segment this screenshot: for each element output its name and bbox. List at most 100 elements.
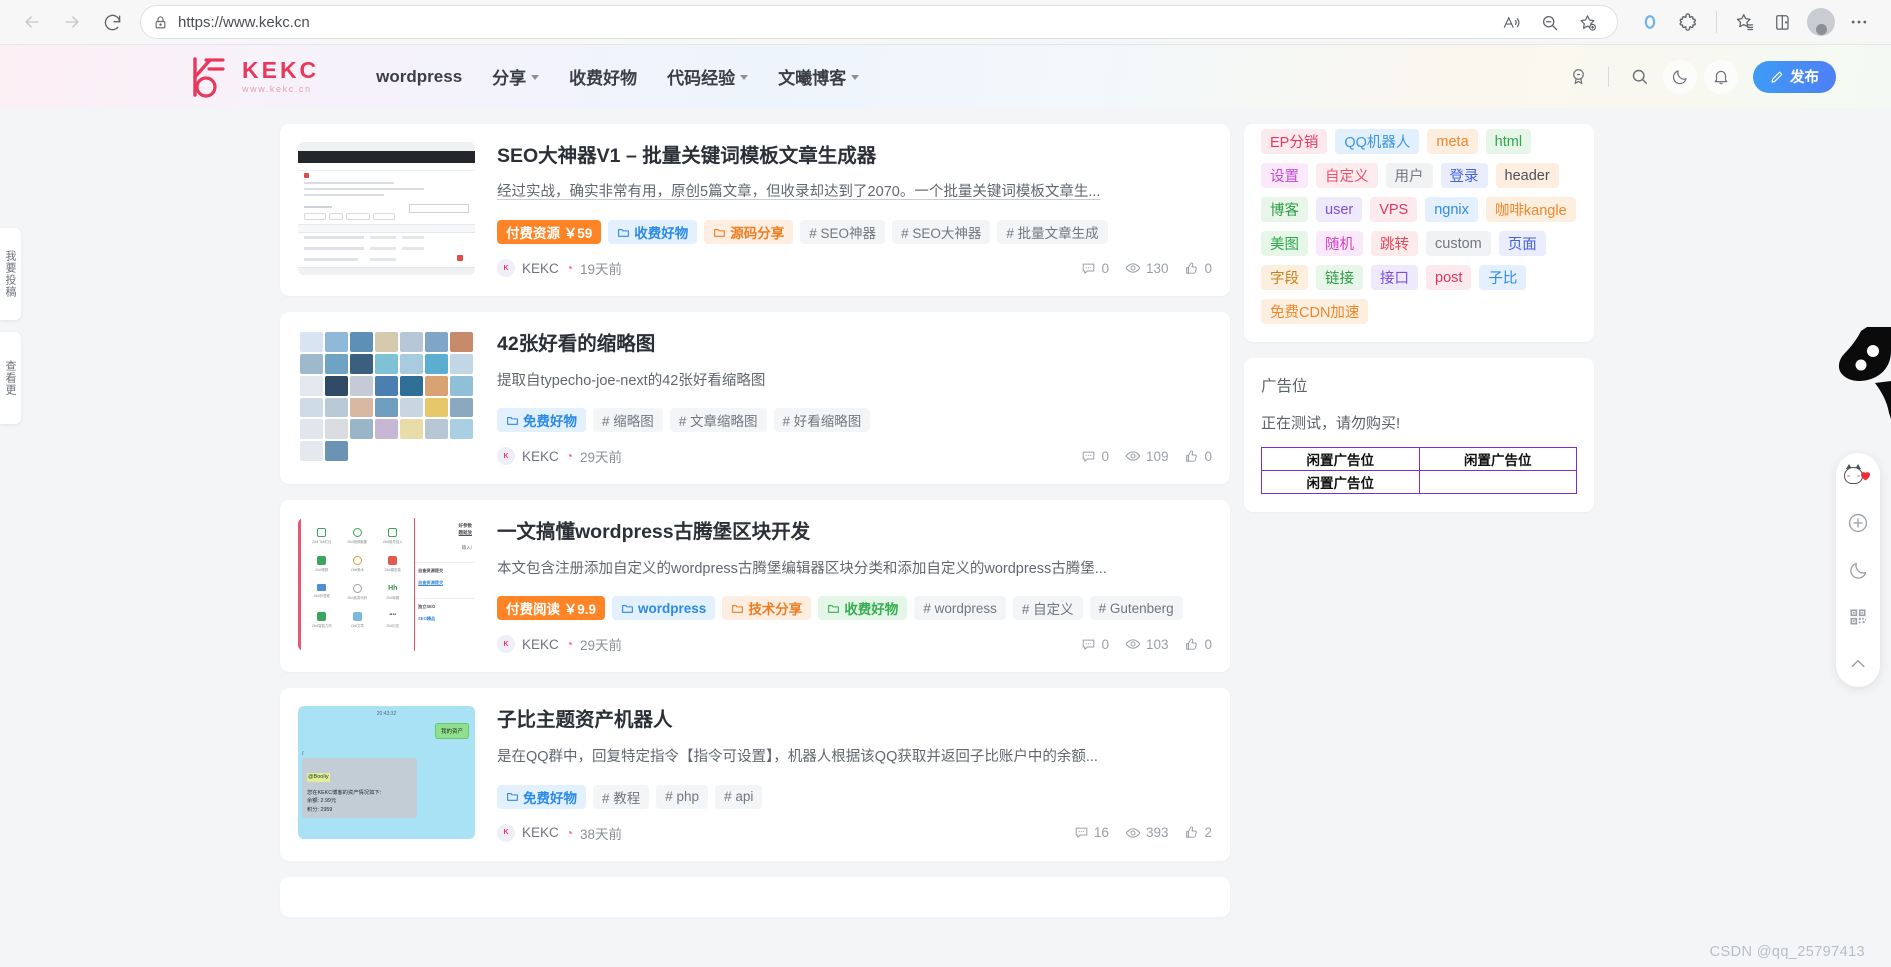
ad-cell[interactable]: 闲置广告位: [1261, 470, 1420, 494]
search-icon[interactable]: [1622, 60, 1656, 94]
hash-tag[interactable]: # Gutenberg: [1089, 596, 1183, 621]
cloud-tag[interactable]: ngnix: [1425, 197, 1478, 222]
post-card[interactable]: SEO大神器V1 – 批量关键词模板文章生成器 经过实战，确实非常有用，原创5篇…: [280, 124, 1230, 297]
nav-item-share[interactable]: 分享: [492, 64, 540, 89]
hash-tag[interactable]: # SEO神器: [800, 220, 886, 245]
hash-tag[interactable]: # 教程: [593, 784, 650, 809]
post-title[interactable]: 42张好看的缩略图: [497, 332, 1212, 356]
avatar[interactable]: K: [497, 823, 515, 842]
like-count[interactable]: 0: [1184, 449, 1212, 464]
like-count[interactable]: 0: [1184, 637, 1212, 652]
cloud-tag[interactable]: 字段: [1261, 265, 1308, 290]
post-thumbnail[interactable]: [298, 330, 475, 464]
category-tag[interactable]: 免费好物: [497, 784, 586, 809]
cloud-tag[interactable]: 美图: [1261, 231, 1308, 256]
cloud-tag[interactable]: html: [1485, 129, 1532, 154]
reload-button[interactable]: [94, 4, 130, 40]
address-bar[interactable]: https://www.kekc.cn: [140, 5, 1618, 39]
chevron-up-icon[interactable]: [1844, 650, 1872, 678]
post-author[interactable]: KEKC: [522, 637, 559, 652]
cloud-tag[interactable]: 跳转: [1371, 231, 1418, 256]
ad-cell[interactable]: 闲置广告位: [1261, 447, 1420, 471]
cloud-tag[interactable]: 用户: [1385, 163, 1433, 188]
cloud-tag[interactable]: 免费CDN加速: [1261, 299, 1369, 324]
post-thumbnail[interactable]: 20:43:32 我的资产 / @Booliy 您在KEKC博客的资产情况如下:…: [298, 706, 475, 840]
cloud-tag[interactable]: 接口: [1371, 265, 1418, 290]
cloud-tag[interactable]: 咖啡kangle: [1485, 197, 1576, 222]
back-button[interactable]: [14, 4, 50, 40]
cloud-tag[interactable]: header: [1495, 163, 1559, 188]
post-thumbnail[interactable]: [298, 142, 475, 275]
read-aloud-icon[interactable]: [1493, 4, 1529, 40]
avatar[interactable]: K: [497, 447, 515, 466]
collections-icon[interactable]: [1727, 4, 1763, 40]
cloud-tag[interactable]: custom: [1426, 231, 1491, 256]
cloud-tag[interactable]: 页面: [1498, 231, 1546, 256]
moon-icon[interactable]: [1844, 556, 1872, 584]
bell-icon[interactable]: [1704, 59, 1738, 94]
cloud-tag[interactable]: EP分销: [1261, 129, 1328, 154]
cloud-tag[interactable]: 登录: [1440, 163, 1488, 188]
cloud-tag[interactable]: 设置: [1261, 163, 1308, 188]
hash-tag[interactable]: # SEO大神器: [892, 220, 991, 245]
hash-tag[interactable]: # php: [656, 784, 709, 809]
category-tag[interactable]: 技术分享: [722, 596, 812, 621]
hash-tag[interactable]: # 批量文章生成: [997, 220, 1108, 245]
post-card[interactable]: 20:43:32 我的资产 / @Booliy 您在KEKC博客的资产情况如下:…: [280, 688, 1230, 861]
ad-cell[interactable]: 闲置广告位: [1418, 447, 1577, 471]
nav-item-wenxi-blog[interactable]: 文曦博客: [778, 64, 860, 89]
more-options-icon[interactable]: [1841, 4, 1877, 40]
cloud-tag[interactable]: 博客: [1261, 197, 1308, 222]
cloud-tag[interactable]: meta: [1427, 129, 1478, 154]
post-thumbnail[interactable]: Zibll Tab栏目 Zibll视频聚集 Zibll组导插入 Zibll视频 …: [298, 518, 475, 652]
nav-item-wordpress[interactable]: wordpress: [376, 67, 462, 87]
moon-icon[interactable]: [1663, 59, 1697, 94]
category-tag[interactable]: 源码分享: [704, 220, 794, 245]
cloud-tag[interactable]: 自定义: [1316, 163, 1378, 188]
cloud-tag[interactable]: 子比: [1479, 265, 1527, 290]
zoom-out-icon[interactable]: [1531, 4, 1567, 40]
category-tag[interactable]: 收费好物: [818, 596, 908, 621]
hash-tag[interactable]: # 缩略图: [593, 408, 663, 433]
post-title[interactable]: SEO大神器V1 – 批量关键词模板文章生成器: [497, 144, 1212, 168]
like-count[interactable]: 0: [1184, 261, 1212, 276]
post-title[interactable]: 一文搞懂wordpress古腾堡区块开发: [497, 520, 1212, 544]
side-tab-submit[interactable]: 我要投稿: [0, 228, 21, 320]
post-card[interactable]: Zibll Tab栏目 Zibll视频聚集 Zibll组导插入 Zibll视频 …: [280, 500, 1230, 673]
cat-heart-sticker-icon[interactable]: [1844, 462, 1872, 490]
hash-tag[interactable]: # api: [715, 784, 763, 809]
forward-button[interactable]: [54, 4, 90, 40]
post-author[interactable]: KEKC: [522, 825, 559, 840]
category-tag[interactable]: wordpress: [612, 596, 716, 621]
nav-item-code-experience[interactable]: 代码经验: [667, 64, 749, 89]
split-screen-icon[interactable]: [1765, 4, 1801, 40]
profile-avatar-icon[interactable]: [1803, 4, 1839, 40]
post-title[interactable]: 子比主题资产机器人: [497, 708, 1212, 732]
cloud-tag[interactable]: user: [1316, 197, 1363, 222]
cloud-tag[interactable]: QQ机器人: [1335, 129, 1420, 154]
cloud-tag[interactable]: 链接: [1316, 265, 1363, 290]
avatar[interactable]: K: [497, 635, 515, 654]
hash-tag[interactable]: # 好看缩略图: [773, 408, 871, 433]
ad-cell-empty[interactable]: [1418, 470, 1577, 494]
extensions-icon[interactable]: [1670, 4, 1706, 40]
nav-item-paid-goods[interactable]: 收费好物: [569, 64, 637, 89]
hash-tag[interactable]: # wordpress: [914, 596, 1006, 621]
cloud-tag[interactable]: post: [1426, 265, 1472, 290]
publish-button[interactable]: 发布: [1753, 60, 1836, 93]
like-count[interactable]: 2: [1184, 825, 1212, 840]
cloud-tag[interactable]: VPS: [1370, 197, 1418, 222]
add-favorite-icon[interactable]: [1569, 4, 1605, 40]
post-card[interactable]: 42张好看的缩略图 提取自typecho-joe-next的42张好看缩略图 免…: [280, 312, 1230, 485]
avatar[interactable]: K: [497, 259, 515, 278]
plus-circle-icon[interactable]: [1844, 509, 1872, 537]
site-logo[interactable]: KEKC www.kekc.cn: [190, 56, 319, 98]
category-tag[interactable]: 收费好物: [608, 220, 698, 245]
side-tab-more[interactable]: 查看更: [0, 332, 21, 424]
medal-icon[interactable]: [1561, 60, 1595, 94]
post-author[interactable]: KEKC: [522, 261, 559, 276]
post-card[interactable]: [280, 876, 1230, 917]
category-tag[interactable]: 免费好物: [497, 408, 586, 433]
browser-essentials-icon[interactable]: [1632, 4, 1668, 40]
post-author[interactable]: KEKC: [522, 449, 559, 464]
